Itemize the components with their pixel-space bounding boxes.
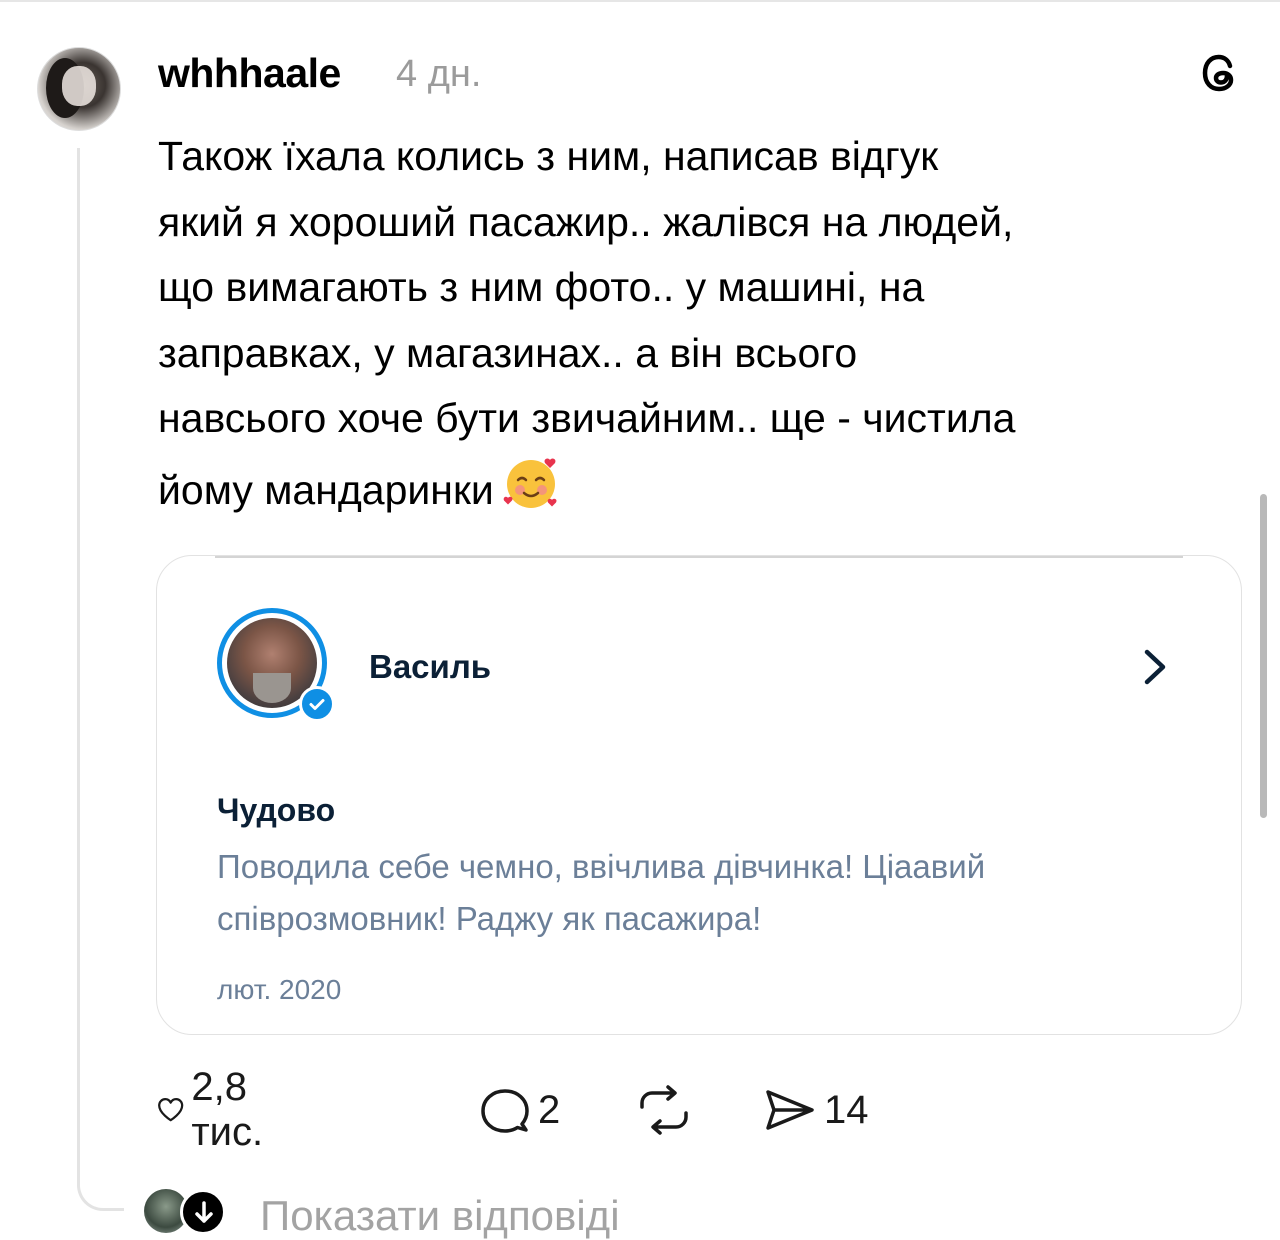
- repost-icon: [640, 1085, 688, 1135]
- review-date: лют. 2020: [217, 974, 342, 1005]
- thread-curve: [77, 1160, 124, 1211]
- card-top-divider: [215, 556, 1183, 558]
- threads-logo-icon[interactable]: [1192, 46, 1246, 100]
- post-text: Також їхала колись з ним, написав відгук…: [158, 124, 1248, 523]
- like-count: 2,8 тис.: [191, 1065, 264, 1154]
- repost-button[interactable]: [634, 1082, 694, 1138]
- comment-button[interactable]: 2: [478, 1082, 560, 1138]
- user-avatar[interactable]: [37, 47, 121, 131]
- post-text-content: Також їхала колись з ним, написав відгук…: [158, 133, 1016, 513]
- verified-badge-icon: [299, 686, 335, 722]
- share-button[interactable]: 14: [762, 1082, 869, 1138]
- show-replies-link[interactable]: Показати відповіді: [260, 1192, 620, 1240]
- post-timestamp: 4 дн.: [396, 53, 482, 95]
- review-text: Поводила себе чемно, ввічлива дівчинка! …: [217, 848, 986, 937]
- driver-name[interactable]: Василь: [369, 648, 491, 686]
- chevron-right-icon[interactable]: [1135, 644, 1175, 690]
- review-card[interactable]: Василь Чудово Поводила себе чемно, ввічл…: [156, 555, 1242, 1035]
- reply-arrow-icon: [180, 1189, 226, 1235]
- comment-count: 2: [538, 1087, 561, 1132]
- username[interactable]: whhhaale: [158, 50, 341, 97]
- scrollbar[interactable]: [1260, 494, 1267, 818]
- heart-icon: [158, 1098, 184, 1122]
- top-divider: [0, 0, 1280, 2]
- share-count: 14: [824, 1087, 869, 1132]
- comment-icon: [481, 1089, 529, 1133]
- send-icon: [766, 1090, 814, 1130]
- thread-line: [77, 148, 80, 1176]
- like-button[interactable]: 2,8 тис.: [156, 1065, 280, 1154]
- smiling-face-with-hearts-icon: [503, 458, 557, 508]
- rating-title: Чудово: [217, 792, 336, 828]
